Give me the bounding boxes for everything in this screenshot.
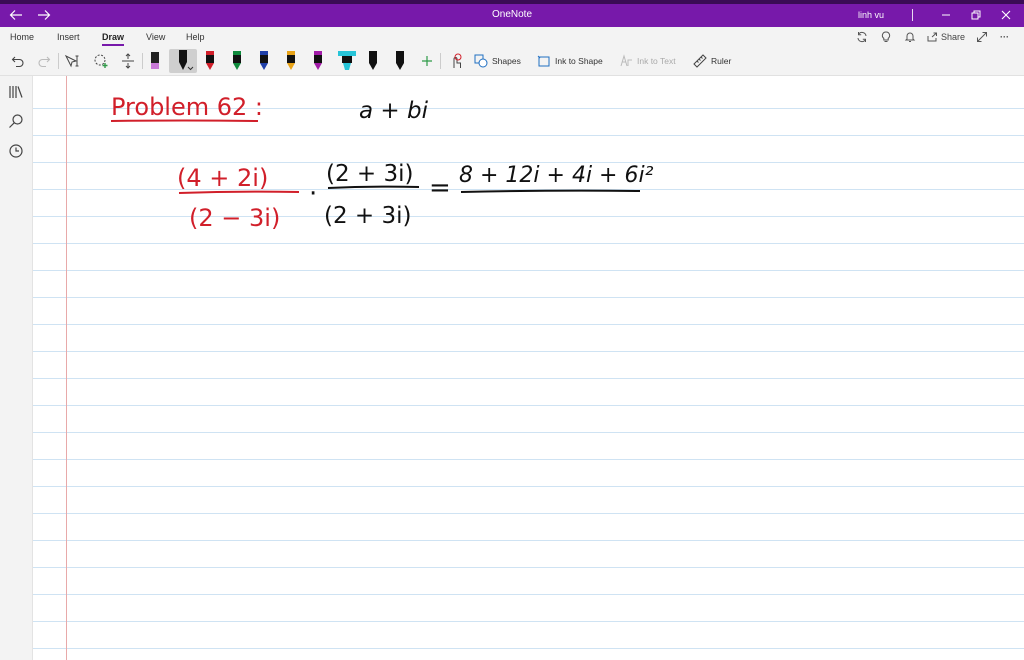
ink-replay-button[interactable] [446,49,466,73]
share-icon [927,32,937,42]
pen-black-3[interactable] [391,49,409,73]
result-bar [460,189,641,193]
toolbar-divider [142,53,143,69]
title-bar: OneNote linh vu [0,0,1024,27]
draw-toolbar: Shapes Ink to Shape Ink to Text Ruler [0,47,1024,76]
pen-green[interactable] [228,49,246,73]
shapes-icon [474,54,488,68]
ink-to-shape-button[interactable]: Ink to Shape [537,49,603,73]
more-options-button[interactable]: ··· [1000,27,1009,47]
undo-button[interactable] [8,49,28,73]
ribbon-right-actions: Share ··· [834,27,1024,47]
notifications-button[interactable] [904,27,916,47]
pen-black-2[interactable] [364,49,382,73]
ink-to-shape-icon [537,55,550,67]
notebooks-button[interactable] [8,84,24,100]
tell-me-button[interactable] [880,27,892,47]
pen-icon [260,51,268,70]
shapes-button[interactable]: Shapes [474,49,521,73]
highlighter-icon [338,51,356,70]
minimize-icon [942,14,950,16]
fraction2-numerator: (2 + 3i) [326,161,414,187]
ruler-icon [693,54,707,68]
fraction2-denominator: (2 + 3i) [324,203,412,229]
result-numerator: 8 + 12i + 4i + 6i² [459,163,654,188]
pen-icon [206,51,214,70]
clock-icon [9,144,23,158]
toolbar-divider [58,53,59,69]
ink-to-shape-label: Ink to Shape [555,56,603,66]
heading-underline [110,119,259,122]
recent-button[interactable] [8,143,24,159]
note-heading: Problem 62 : [111,93,263,121]
multiply-dot: · [309,179,317,209]
share-label: Share [941,32,966,42]
text-cursor-select-icon [64,54,79,68]
ink-to-text-label: Ink to Text [637,56,676,66]
touch-draw-icon [453,53,462,68]
close-button[interactable] [996,4,1016,26]
pen-icon [369,51,377,70]
ink-to-text-button[interactable]: Ink to Text [619,49,676,73]
pen-black-selected[interactable] [169,49,197,73]
pen-blue[interactable] [255,49,273,73]
fraction2-bar [327,185,420,189]
pen-icon [396,51,404,70]
pen-icon [287,51,295,70]
toolbar-divider [440,53,441,69]
note-subheading: a + bi [359,98,429,124]
pen-icon [233,51,241,70]
eraser-icon [151,52,159,69]
lasso-select-button[interactable] [90,49,112,73]
fraction1-numerator: (4 + 2i) [177,164,268,192]
pen-icon [179,50,194,71]
fraction1-denominator: (2 − 3i) [189,204,280,232]
redo-icon [38,56,51,68]
equals-sign: = [429,173,451,203]
pen-icon [314,51,322,70]
pen-yellow[interactable] [282,49,300,73]
tab-help[interactable]: Help [186,27,205,47]
tab-home[interactable]: Home [10,27,34,47]
restore-button[interactable] [966,4,986,26]
ink-to-text-icon [620,54,632,67]
highlighter-cyan[interactable] [335,49,359,73]
lasso-icon [94,54,108,68]
add-space-button[interactable] [117,49,139,73]
expand-diagonal-icon [977,32,987,42]
shapes-label: Shapes [492,56,521,66]
user-name[interactable]: linh vu [858,4,884,26]
add-space-icon [122,53,134,69]
ruler-button[interactable]: Ruler [693,49,731,73]
sync-icon [857,31,867,43]
add-pen-button[interactable] [418,49,436,73]
close-icon [1001,10,1011,20]
plus-icon [422,56,432,66]
ink-layer: Problem 62 : a + bi (4 + 2i) (2 − 3i) · … [110,93,654,232]
search-button[interactable] [8,113,24,129]
left-navigation [0,76,33,660]
fraction1-bar [178,190,300,194]
redo-button[interactable] [34,49,54,73]
search-icon [9,114,23,128]
sync-button[interactable] [856,27,868,47]
tab-insert[interactable]: Insert [57,27,80,47]
restore-icon [971,10,981,20]
tab-view[interactable]: View [146,27,165,47]
pen-purple[interactable] [309,49,327,73]
tab-draw[interactable]: Draw [102,27,125,47]
share-button[interactable]: Share [926,27,965,47]
expand-button[interactable] [976,27,988,47]
library-icon [9,86,23,98]
title-separator [912,9,913,21]
lightbulb-icon [881,31,891,42]
pen-red[interactable] [201,49,219,73]
type-select-button[interactable] [62,49,84,73]
eraser-pen-tool[interactable] [146,49,164,73]
note-canvas[interactable]: Problem 62 : a + bi (4 + 2i) (2 − 3i) · … [33,76,1024,660]
bell-icon [904,32,916,42]
minimize-button[interactable] [936,4,956,26]
undo-icon [11,56,24,68]
ruler-label: Ruler [711,56,732,66]
